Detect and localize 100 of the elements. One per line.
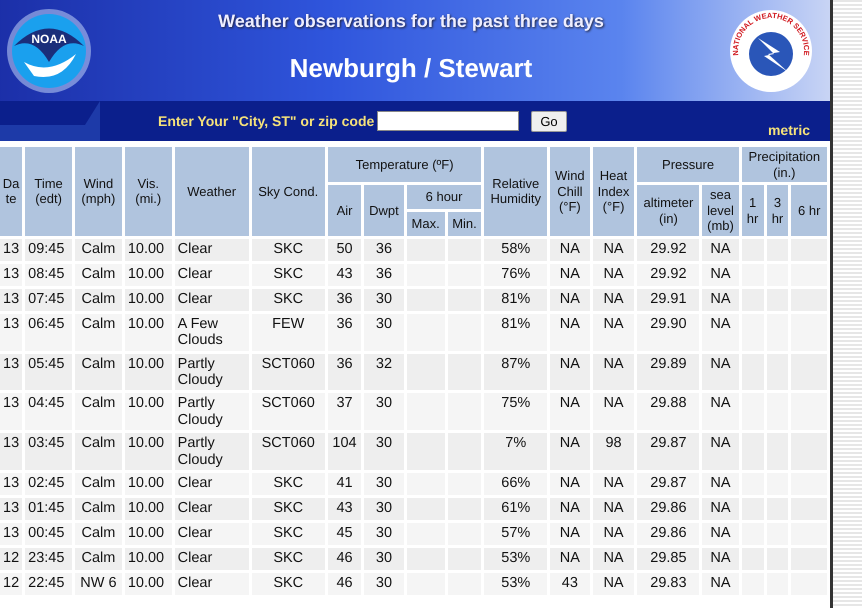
table-cell: SKC [252, 548, 325, 570]
table-cell: 29.92 [637, 238, 700, 261]
column-header: Wind Chill (°F) [550, 147, 590, 236]
go-button[interactable]: Go [531, 110, 567, 132]
table-cell: 75% [484, 393, 548, 430]
table-cell: 29.83 [637, 572, 700, 595]
table-cell: NA [550, 288, 590, 311]
column-header: 6 hour [406, 185, 482, 210]
table-cell: NA [550, 498, 590, 520]
table-cell: 81% [484, 288, 548, 311]
table-cell: 57% [484, 522, 548, 545]
table-cell: 43 [328, 264, 362, 286]
table-cell: NA [550, 393, 590, 430]
table-cell: SKC [252, 472, 325, 495]
table-cell: 08:45 [25, 264, 72, 286]
table-cell: NA [702, 498, 739, 520]
table-cell: NA [702, 238, 739, 261]
table-cell: NA [550, 314, 590, 351]
table-cell: 29.90 [637, 314, 700, 351]
table-cell: 10.00 [124, 314, 172, 351]
table-cell: NA [592, 264, 634, 286]
table-cell: NA [702, 433, 739, 470]
table-cell: NA [592, 572, 634, 595]
table-cell: Clear [174, 472, 249, 495]
table-cell: 10.00 [124, 238, 172, 261]
table-cell: 23:45 [25, 548, 72, 570]
table-cell: 10.00 [124, 433, 172, 470]
table-cell: 13 [0, 472, 22, 495]
table-cell: 66% [484, 472, 548, 495]
table-cell: 36 [328, 354, 362, 390]
table-cell: 50 [328, 238, 362, 261]
table-cell: 45 [328, 522, 362, 545]
column-header: Date [0, 147, 22, 236]
table-cell: 04:45 [25, 393, 72, 430]
table-cell: 36 [364, 264, 404, 286]
table-cell: NA [550, 238, 590, 261]
column-header: Pressure [637, 147, 739, 182]
column-header: sea level (mb) [702, 185, 739, 236]
metric-link[interactable]: metric [768, 120, 810, 140]
table-cell: NA [592, 498, 634, 520]
table-cell: 104 [328, 433, 362, 470]
table-cell: SKC [252, 288, 325, 311]
table-cell: Clear [174, 264, 249, 286]
table-cell: 13 [0, 314, 22, 351]
table-cell: 30 [364, 314, 404, 351]
table-cell: 43 [550, 572, 590, 595]
table-cell: Calm [75, 288, 122, 311]
column-header: Weather [174, 147, 249, 236]
table-cell: Clear [174, 498, 249, 520]
table-cell: 76% [484, 264, 548, 286]
table-cell: 07:45 [25, 288, 72, 311]
table-cell: Partly Cloudy [174, 433, 249, 470]
column-header: 6 hr [791, 185, 827, 236]
table-cell: SCT060 [252, 354, 325, 390]
table-cell: SKC [252, 238, 325, 261]
table-cell: 37 [328, 393, 362, 430]
table-cell: SKC [252, 572, 325, 595]
table-cell: NA [550, 264, 590, 286]
table-cell: 87% [484, 354, 548, 390]
station-title: Newburgh / Stewart [290, 52, 532, 84]
table-cell: 29.89 [637, 354, 700, 390]
column-header: Min. [448, 212, 482, 236]
table-cell: NA [592, 238, 634, 261]
table-cell: SCT060 [252, 433, 325, 470]
table-cell: NA [592, 472, 634, 495]
table-cell: NA [702, 354, 739, 390]
table-cell: NA [550, 522, 590, 545]
table-cell: Calm [75, 522, 122, 545]
table-cell: Calm [75, 264, 122, 286]
table-cell: NA [702, 314, 739, 351]
table-cell: 10.00 [124, 264, 172, 286]
table-cell: 41 [328, 472, 362, 495]
table-cell: A Few Clouds [174, 314, 249, 351]
table-cell: Calm [75, 433, 122, 470]
table-cell: 10.00 [124, 472, 172, 495]
column-header: Max. [406, 212, 445, 236]
table-cell: 01:45 [25, 498, 72, 520]
table-cell: 10.00 [124, 354, 172, 390]
table-cell: NA [702, 572, 739, 595]
column-header: Relative Humidity [484, 147, 548, 236]
location-input[interactable] [377, 111, 520, 131]
table-cell: 61% [484, 498, 548, 520]
column-header: Wind (mph) [75, 147, 122, 236]
table-cell: 12 [0, 572, 22, 595]
table-cell: Clear [174, 288, 249, 311]
table-cell: 30 [364, 522, 404, 545]
table-cell: NA [702, 288, 739, 311]
table-cell: 36 [364, 238, 404, 261]
table-cell: 46 [328, 572, 362, 595]
table-cell: NA [702, 264, 739, 286]
table-cell: 13 [0, 264, 22, 286]
table-cell: 98 [592, 433, 634, 470]
table-cell: Clear [174, 548, 249, 570]
table-cell: 13 [0, 522, 22, 545]
page-subtitle: Weather observations for the past three days [218, 10, 604, 33]
table-cell: 7% [484, 433, 548, 470]
table-cell: 13 [0, 393, 22, 430]
table-cell: NW 6 [75, 572, 122, 595]
table-cell: 00:45 [25, 522, 72, 545]
table-cell: Calm [75, 354, 122, 390]
